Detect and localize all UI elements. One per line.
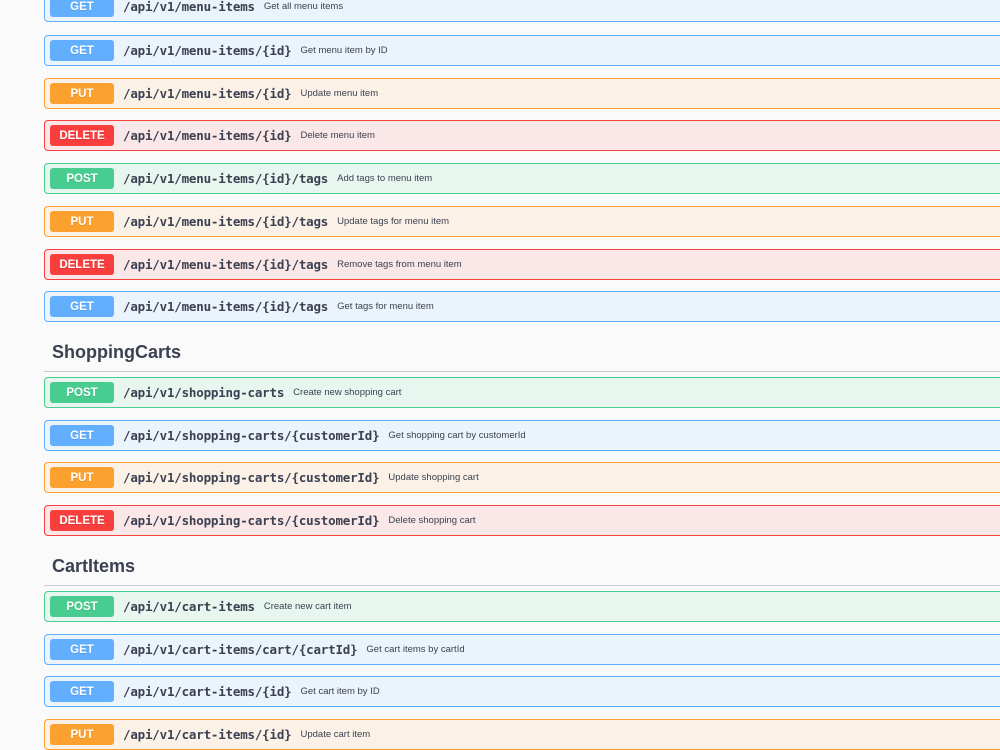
operation-summary: Get tags for menu item [337,301,434,312]
operation-summary: Get cart item by ID [300,686,380,697]
operation-path: /api/v1/shopping-carts/{customerId} [123,470,380,485]
operation-path: /api/v1/cart-items [123,599,255,614]
method-badge: PUT [50,467,114,488]
operation-path: /api/v1/menu-items/{id}/tags [123,214,329,229]
method-badge: GET [50,639,114,660]
operation-row[interactable]: GET /api/v1/menu-items/{id} Get menu ite… [44,35,1000,66]
method-badge: DELETE [50,254,114,275]
method-badge: POST [50,382,114,403]
operation-path: /api/v1/menu-items [123,0,255,14]
tag-title-cartitems[interactable]: CartItems [52,556,135,577]
method-badge: GET [50,0,114,17]
operation-row[interactable]: GET /api/v1/shopping-carts/{customerId} … [44,420,1000,451]
operation-row[interactable]: PUT /api/v1/menu-items/{id}/tags Update … [44,206,1000,237]
method-badge: POST [50,596,114,617]
operation-path: /api/v1/menu-items/{id}/tags [123,257,329,272]
operation-summary: Get cart items by cartId [366,644,465,655]
operation-row[interactable]: DELETE /api/v1/menu-items/{id}/tags Remo… [44,249,1000,280]
operation-row[interactable]: PUT /api/v1/shopping-carts/{customerId} … [44,462,1000,493]
operation-summary: Create new shopping cart [293,387,402,398]
operation-row[interactable]: DELETE /api/v1/menu-items/{id} Delete me… [44,120,1000,151]
operation-summary: Add tags to menu item [337,173,433,184]
operation-path: /api/v1/shopping-carts/{customerId} [123,428,380,443]
operation-path: /api/v1/shopping-carts/{customerId} [123,513,380,528]
operation-row[interactable]: POST /api/v1/shopping-carts Create new s… [44,377,1000,408]
operation-summary: Get all menu items [263,1,344,12]
operation-path: /api/v1/cart-items/cart/{cartId} [123,642,358,657]
operation-row[interactable]: GET /api/v1/menu-items/{id}/tags Get tag… [44,291,1000,322]
operation-path: /api/v1/menu-items/{id} [123,43,292,58]
operation-summary: Remove tags from menu item [337,259,462,270]
method-badge: PUT [50,83,114,104]
operation-path: /api/v1/menu-items/{id}/tags [123,299,329,314]
tag-divider [44,371,1000,372]
operation-row[interactable]: GET /api/v1/menu-items Get all menu item… [44,0,1000,22]
operation-summary: Update menu item [300,88,379,99]
operation-row[interactable]: PUT /api/v1/menu-items/{id} Update menu … [44,78,1000,109]
method-badge: DELETE [50,510,114,531]
operation-row[interactable]: POST /api/v1/cart-items Create new cart … [44,591,1000,622]
tag-divider [44,585,1000,586]
method-badge: GET [50,296,114,317]
operation-summary: Update tags for menu item [337,216,450,227]
operation-summary: Delete shopping cart [388,515,476,526]
tag-title-shoppingcarts[interactable]: ShoppingCarts [52,342,181,363]
operation-path: /api/v1/shopping-carts [123,385,285,400]
operation-summary: Update cart item [300,729,371,740]
operation-row[interactable]: GET /api/v1/cart-items/cart/{cartId} Get… [44,634,1000,665]
method-badge: GET [50,40,114,61]
method-badge: PUT [50,211,114,232]
method-badge: GET [50,681,114,702]
operation-path: /api/v1/cart-items/{id} [123,684,292,699]
method-badge: GET [50,425,114,446]
operation-row[interactable]: GET /api/v1/cart-items/{id} Get cart ite… [44,676,1000,707]
operation-summary: Create new cart item [263,601,352,612]
operation-path: /api/v1/cart-items/{id} [123,727,292,742]
swagger-operations-page: GET /api/v1/menu-items Get all menu item… [0,0,1000,750]
operation-path: /api/v1/menu-items/{id} [123,86,292,101]
operation-summary: Get shopping cart by customerId [388,430,526,441]
operation-row[interactable]: PUT /api/v1/cart-items/{id} Update cart … [44,719,1000,750]
operation-path: /api/v1/menu-items/{id} [123,128,292,143]
operation-summary: Get menu item by ID [300,45,388,56]
method-badge: DELETE [50,125,114,146]
operation-row[interactable]: POST /api/v1/menu-items/{id}/tags Add ta… [44,163,1000,194]
method-badge: PUT [50,724,114,745]
method-badge: POST [50,168,114,189]
operation-path: /api/v1/menu-items/{id}/tags [123,171,329,186]
operation-summary: Delete menu item [300,130,375,141]
operation-row[interactable]: DELETE /api/v1/shopping-carts/{customerI… [44,505,1000,536]
operation-summary: Update shopping cart [388,472,479,483]
